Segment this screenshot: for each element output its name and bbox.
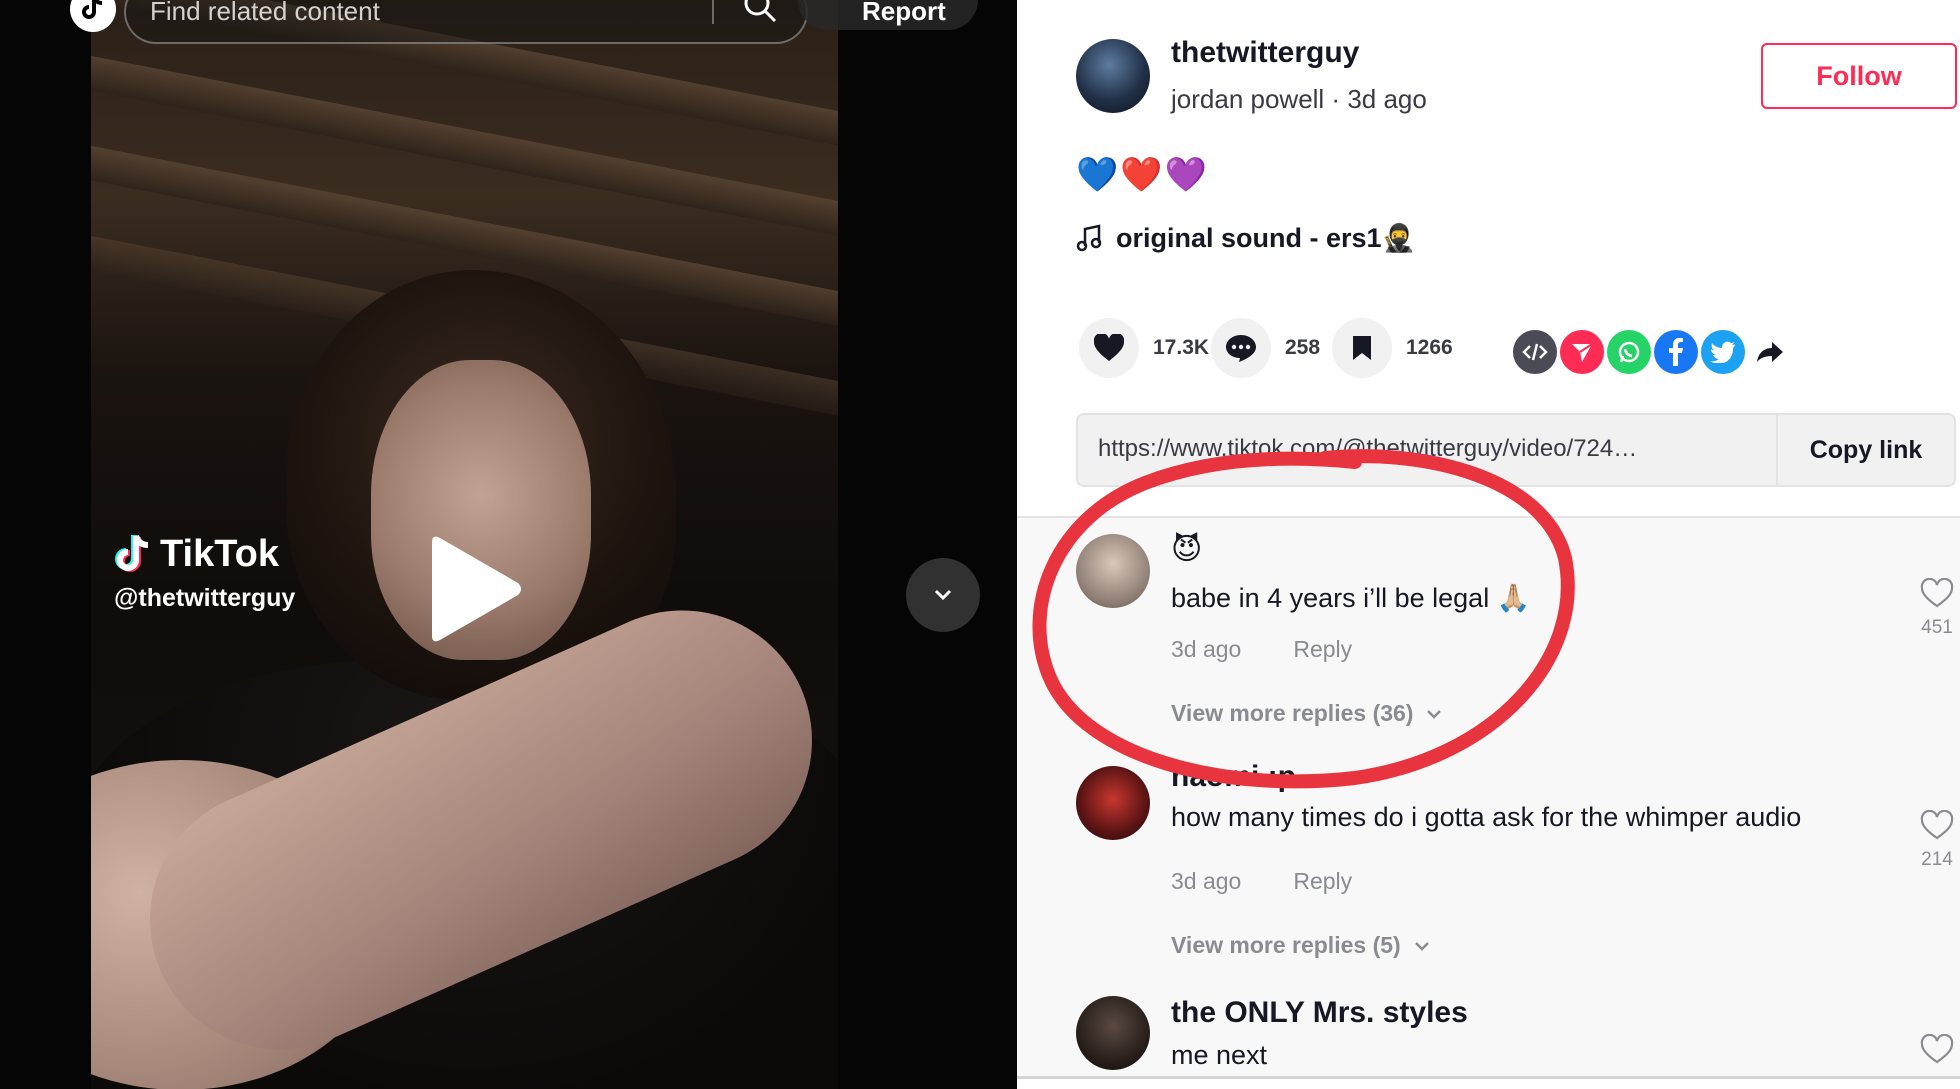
avatar[interactable]	[1076, 534, 1150, 608]
comment-like[interactable]	[1917, 1033, 1957, 1069]
send-icon[interactable]	[1560, 330, 1604, 374]
embed-icon[interactable]	[1513, 330, 1557, 374]
comment-text: me next	[1171, 1040, 1268, 1070]
save-count: 1266	[1406, 336, 1453, 359]
post-caption: 💙❤️💜	[1076, 156, 1210, 194]
avatar[interactable]	[1076, 766, 1150, 840]
next-video-button[interactable]	[906, 558, 980, 632]
music-note-icon	[1076, 224, 1102, 252]
comment-text: how many times do i gotta ask for the wh…	[1171, 802, 1802, 832]
facebook-icon[interactable]	[1654, 330, 1698, 374]
related-search-bar[interactable]: Find related content	[124, 0, 808, 44]
share-link-url[interactable]: https://www.tiktok.com/@thetwitterguy/vi…	[1098, 435, 1638, 463]
view-more-replies-label: View more replies (36)	[1171, 700, 1414, 726]
play-icon[interactable]	[424, 534, 524, 644]
search-input[interactable]: Find related content	[150, 0, 380, 27]
twitter-icon[interactable]	[1701, 330, 1745, 374]
chevron-down-icon	[934, 589, 952, 601]
video-player[interactable]: Find related content Report TikTok @thet…	[0, 0, 1017, 1089]
comment-author[interactable]: the ONLY Mrs. styles	[1171, 996, 1468, 1030]
comment-like[interactable]: 451	[1917, 577, 1957, 639]
reply-button[interactable]: Reply	[1293, 636, 1352, 663]
music-link[interactable]: original sound - ers1🥷	[1076, 222, 1415, 254]
comment-like[interactable]: 214	[1917, 809, 1957, 871]
share-link-box: https://www.tiktok.com/@thetwitterguy/vi…	[1076, 413, 1956, 487]
save-action[interactable]: 1266	[1332, 318, 1453, 378]
follow-button[interactable]: Follow	[1761, 43, 1957, 109]
chevron-down-icon	[1414, 941, 1429, 951]
tiktok-note-icon	[115, 534, 149, 572]
watermark-handle: @thetwitterguy	[114, 584, 296, 612]
search-icon[interactable]	[742, 0, 778, 24]
comment-text: babe in 4 years i’ll be legal 🙏🏼	[1171, 583, 1531, 613]
comment-action[interactable]: 258	[1211, 318, 1320, 378]
music-title[interactable]: original sound - ers1🥷	[1116, 222, 1415, 254]
watermark-brand: TikTok	[114, 532, 295, 576]
view-more-replies-button[interactable]: View more replies (5)	[1171, 932, 1431, 959]
report-button[interactable]: Report	[798, 0, 978, 30]
heart-outline-icon[interactable]	[1920, 809, 1954, 840]
details-panel: thetwitterguy jordan powell · 3d ago Fol…	[1017, 0, 1960, 1089]
share-arrow-icon[interactable]	[1748, 330, 1792, 374]
comment-icon[interactable]	[1211, 318, 1271, 378]
heart-outline-icon[interactable]	[1920, 577, 1954, 608]
heart-icon[interactable]	[1079, 318, 1139, 378]
chevron-down-icon	[1427, 709, 1442, 719]
comment-like-count: 451	[1921, 617, 1953, 638]
heart-outline-icon[interactable]	[1920, 1033, 1954, 1064]
comment-meta: 3d ago Reply	[1171, 636, 1352, 663]
comment-author[interactable]: 😈	[1171, 532, 1202, 567]
tiktok-watermark: TikTok @thetwitterguy	[114, 532, 295, 613]
author-subline: jordan powell · 3d ago	[1171, 84, 1427, 114]
copy-link-button[interactable]: Copy link	[1776, 415, 1954, 485]
divider	[1017, 1076, 1960, 1079]
author-username[interactable]: thetwitterguy	[1171, 36, 1359, 70]
like-action[interactable]: 17.3K	[1079, 318, 1209, 378]
watermark-brand-text: TikTok	[160, 532, 279, 575]
comment-meta: 3d ago Reply	[1171, 868, 1352, 895]
search-divider	[712, 0, 714, 24]
bookmark-icon[interactable]	[1332, 318, 1392, 378]
whatsapp-icon[interactable]	[1607, 330, 1651, 374]
action-bar: 17.3K 258 1266	[1079, 318, 1959, 382]
comment-time: 3d ago	[1171, 868, 1242, 894]
avatar[interactable]	[1076, 996, 1150, 1070]
view-more-replies-button[interactable]: View more replies (36)	[1171, 700, 1443, 727]
comment-author[interactable]: naomi :p	[1171, 760, 1296, 794]
comments-list[interactable]: 😈 babe in 4 years i’ll be legal 🙏🏼 3d ag…	[1017, 516, 1960, 1076]
ceiling-beam	[91, 50, 838, 244]
comment-like-count: 214	[1921, 849, 1953, 870]
view-more-replies-label: View more replies (5)	[1171, 932, 1401, 958]
reply-button[interactable]: Reply	[1293, 868, 1352, 895]
avatar[interactable]	[1076, 39, 1150, 113]
comment-count: 258	[1285, 336, 1321, 359]
comment-time: 3d ago	[1171, 636, 1242, 662]
like-count: 17.3K	[1153, 336, 1210, 359]
